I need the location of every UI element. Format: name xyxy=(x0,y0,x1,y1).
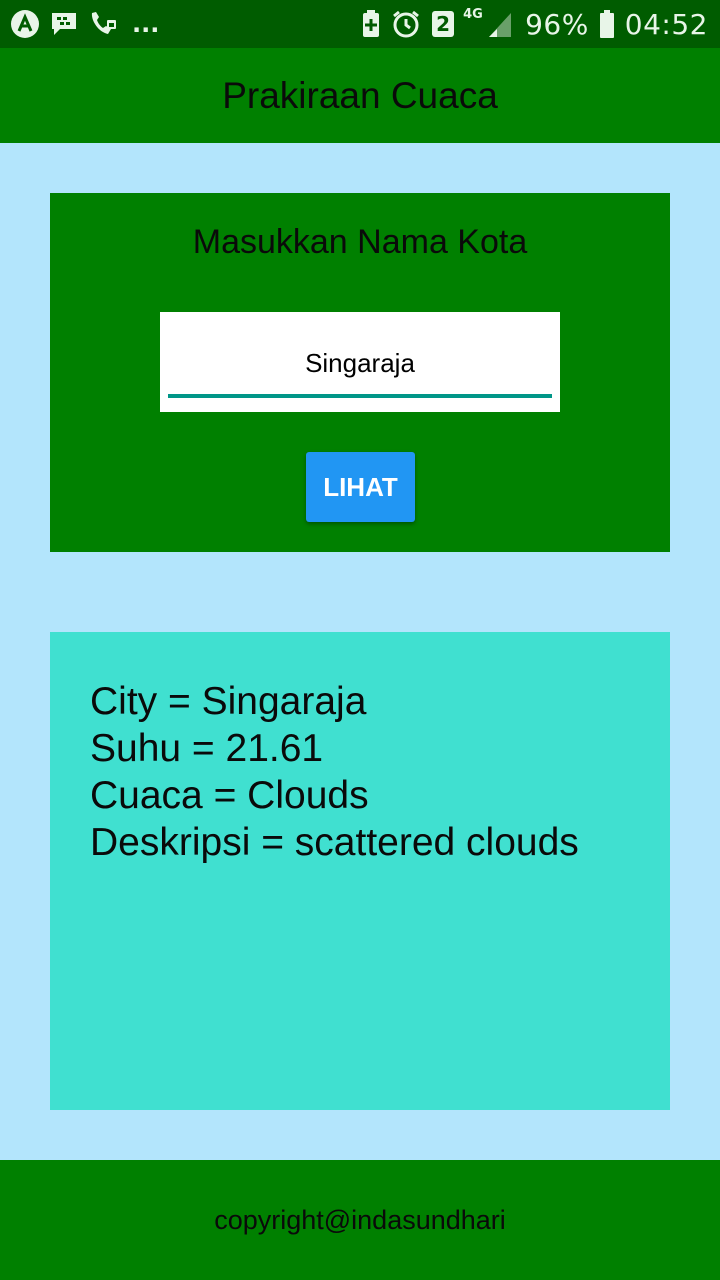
status-left: ... xyxy=(10,9,159,39)
city-input-card: Masukkan Nama Kota LIHAT xyxy=(50,193,670,552)
network-type: 4G xyxy=(463,7,483,22)
app-icon xyxy=(10,9,40,39)
battery-icon xyxy=(599,9,615,39)
card-title: Masukkan Nama Kota xyxy=(192,223,528,261)
overflow-dots: ... xyxy=(132,10,160,38)
signal-icon: 4G xyxy=(463,7,515,39)
city-input[interactable] xyxy=(168,332,552,398)
app-title: Prakiraan Cuaca xyxy=(222,74,498,116)
app-bar: Prakiraan Cuaca xyxy=(0,48,720,143)
alarm-icon xyxy=(391,9,421,39)
copyright-text: copyright@indasundhari xyxy=(214,1204,506,1235)
sim-icon: 2 xyxy=(431,10,455,38)
result-weather: Cuaca = Clouds xyxy=(90,774,369,817)
clock: 04:52 xyxy=(624,7,708,41)
footer: copyright@indasundhari xyxy=(0,1160,720,1280)
lihat-button[interactable]: LIHAT xyxy=(306,452,415,522)
weather-result-card: City = Singaraja Suhu = 21.61 Cuaca = Cl… xyxy=(50,632,670,1110)
status-right: 2 4G 96% 04:52 xyxy=(361,7,708,41)
result-city: City = Singaraja xyxy=(90,680,367,723)
result-description: Deskripsi = scattered clouds xyxy=(90,821,579,864)
battery-saver-icon xyxy=(361,9,381,39)
input-container xyxy=(160,312,560,412)
call-icon xyxy=(88,10,118,38)
status-bar: ... 2 4G 96% 04:52 xyxy=(0,0,720,48)
bbm-icon xyxy=(50,11,78,37)
result-temperature: Suhu = 21.61 xyxy=(90,727,324,770)
battery-percent: 96% xyxy=(525,7,589,41)
notif-count: 2 xyxy=(436,12,451,36)
